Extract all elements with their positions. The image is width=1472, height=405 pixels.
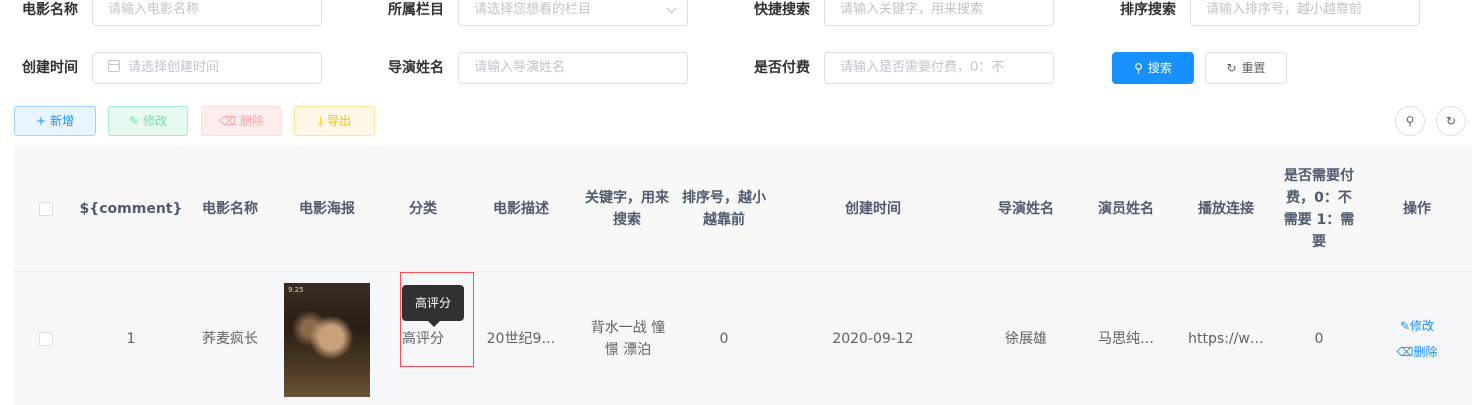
reset-button-label: 重置 (1241, 61, 1266, 75)
paid-input[interactable]: 请输入是否需要付费，0：不 (824, 52, 1054, 84)
paid-label: 是否付费 (754, 60, 810, 76)
edit-button[interactable]: ✎ 修改 (108, 106, 188, 136)
sort-search-label: 排序搜索 (1120, 2, 1176, 18)
column-label: 所属栏目 (388, 2, 444, 18)
header-created: 创建时间 (845, 201, 901, 217)
movie-name-input[interactable]: 请输入电影名称 (92, 0, 322, 26)
add-button[interactable]: + 新增 (14, 106, 96, 136)
header-comment: ${comment} (79, 201, 183, 217)
refresh-icon: ↻ (1226, 61, 1237, 75)
header-description: 电影描述 (493, 201, 549, 217)
pencil-icon: ✎ (1399, 318, 1411, 333)
edit-button-label: 修改 (142, 114, 167, 128)
delete-button[interactable]: ⌫ 删除 (201, 106, 282, 136)
header-checkbox-cell (14, 146, 78, 272)
header-sort: 排序号，越小越靠前 (682, 190, 766, 228)
created-time-picker[interactable]: 请选择创建时间 (92, 52, 322, 84)
cell-sort: 0 (719, 330, 729, 347)
cell-id: 1 (126, 330, 136, 347)
column-select-placeholder: 请选择您想看的栏目 (474, 2, 592, 17)
header-poster: 电影海报 (299, 201, 355, 217)
director-input[interactable]: 请输入导演姓名 (458, 52, 688, 84)
header-keywords: 关键字，用来搜索 (585, 190, 669, 228)
trash-icon: ⌫ (219, 114, 237, 128)
cell-created: 2020-09-12 (832, 330, 914, 347)
header-director: 导演姓名 (998, 201, 1054, 217)
cell-keywords: 背水一战 憧憬 漂泊 (590, 319, 666, 358)
table-row: 1 荞麦疯长 高评分 20世纪9… 背水一战 憧憬 漂泊 0 2020-09-1… (14, 272, 1472, 405)
add-button-label: 新增 (49, 114, 74, 128)
reset-button[interactable]: ↻ 重置 (1205, 52, 1287, 84)
header-movie-name: 电影名称 (202, 201, 258, 217)
cell-director: 徐展雄 (1005, 330, 1047, 347)
row-edit-label: 修改 (1410, 318, 1435, 333)
cell-actions: ✎修改 ⌫删除 (1362, 272, 1472, 405)
row-delete-link[interactable]: ⌫删除 (1397, 339, 1438, 365)
header-paid: 是否需要付费，0：不需要 1：需要 (1283, 168, 1355, 250)
created-time-label: 创建时间 (22, 60, 78, 76)
plus-icon: + (36, 114, 47, 128)
movie-poster-image[interactable]: 9.25 (284, 283, 370, 397)
category-tooltip: 高评分 (402, 285, 464, 327)
cell-paid: 0 (1314, 330, 1324, 347)
header-actors: 演员姓名 (1098, 201, 1154, 217)
movie-name-label: 电影名称 (22, 2, 78, 18)
table-header: ${comment} 电影名称 电影海报 分类 电影描述 关键字，用来搜索 排序… (14, 146, 1472, 272)
cell-movie-name: 荞麦疯长 (202, 330, 258, 347)
row-delete-label: 删除 (1413, 344, 1438, 359)
refresh-icon: ↻ (1445, 114, 1457, 128)
trash-icon: ⌫ (1396, 344, 1414, 359)
header-link: 播放连接 (1198, 201, 1254, 217)
column-select[interactable]: 请选择您想看的栏目 (458, 0, 688, 26)
export-button-label: 导出 (327, 114, 352, 128)
search-button[interactable]: ⚲ 搜索 (1112, 52, 1194, 84)
download-icon: ⤓ (317, 114, 324, 128)
row-checkbox[interactable] (39, 331, 53, 346)
created-time-placeholder: 请选择创建时间 (128, 60, 220, 75)
pencil-icon: ✎ (129, 114, 140, 128)
delete-button-label: 删除 (239, 114, 264, 128)
search-icon: ⚲ (1134, 61, 1143, 75)
poster-date-text: 9.25 (288, 286, 304, 294)
select-all-checkbox[interactable] (39, 202, 53, 216)
row-checkbox-cell (14, 272, 78, 405)
chevron-down-icon (666, 3, 677, 14)
toggle-search-button[interactable]: ⚲ (1395, 106, 1425, 136)
quick-search-label: 快捷搜索 (754, 2, 810, 18)
header-category: 分类 (409, 201, 437, 217)
cell-actors: 马思纯… (1098, 330, 1154, 347)
search-icon: ⚲ (1405, 114, 1415, 128)
quick-search-input[interactable]: 请输入关键字，用来搜索 (824, 0, 1054, 26)
cell-link: https://w… (1188, 330, 1264, 347)
header-actions: 操作 (1403, 201, 1431, 217)
refresh-table-button[interactable]: ↻ (1436, 106, 1466, 136)
sort-search-input[interactable]: 请输入排序号，越小越靠前 (1190, 0, 1420, 26)
cell-description: 20世纪9… (486, 330, 556, 347)
director-label: 导演姓名 (388, 60, 444, 76)
search-button-label: 搜索 (1147, 61, 1172, 75)
row-edit-link[interactable]: ✎修改 (1400, 313, 1434, 339)
calendar-icon (108, 60, 120, 72)
export-button[interactable]: ⤓ 导出 (294, 106, 375, 136)
